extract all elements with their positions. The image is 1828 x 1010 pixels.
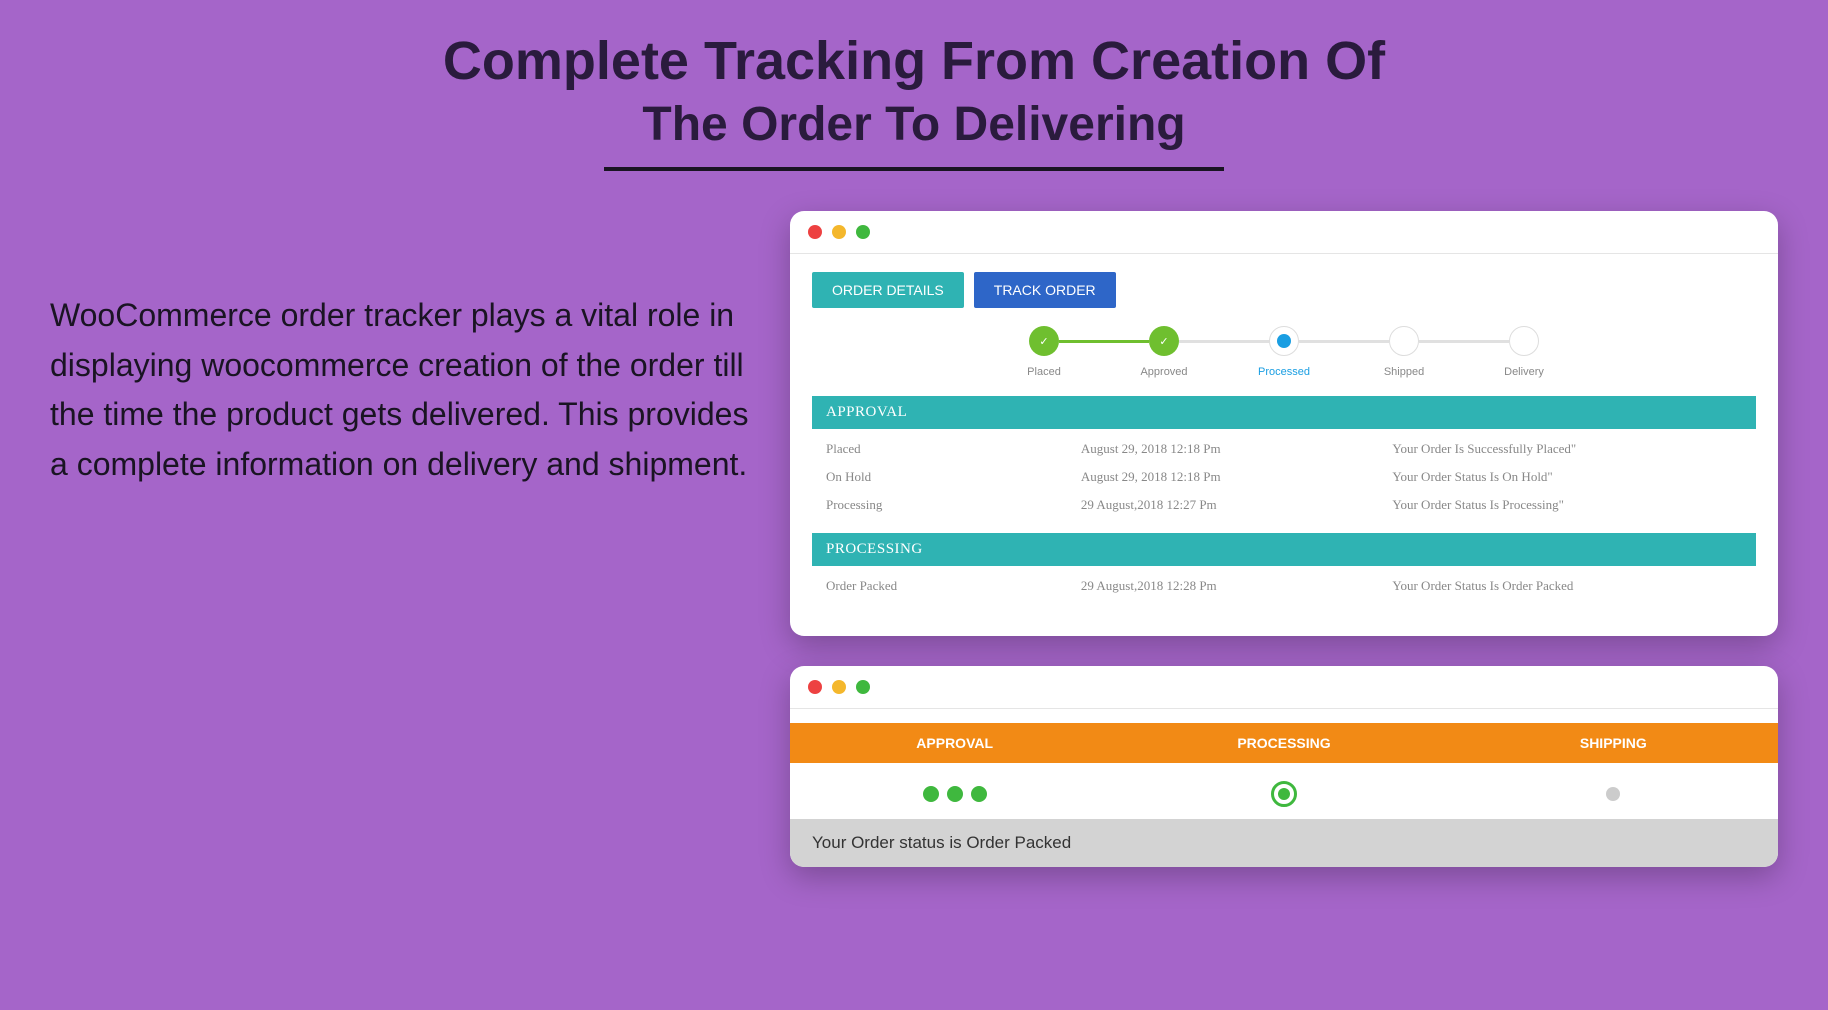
minimize-icon[interactable]: [832, 225, 846, 239]
msg-cell: Your Order Is Successfully Placed": [1378, 429, 1756, 463]
window-chrome: [790, 211, 1778, 254]
date-cell: 29 August,2018 12:28 Pm: [1067, 566, 1379, 600]
step-processed-icon: [1269, 326, 1299, 356]
status-cell: Processing: [812, 491, 1067, 519]
step-label-processed: Processed: [1258, 366, 1310, 378]
body-text: WooCommerce order tracker plays a vital …: [50, 291, 750, 489]
step-label-delivery: Delivery: [1504, 366, 1544, 378]
description-column: WooCommerce order tracker plays a vital …: [50, 211, 750, 867]
msg-cell: Your Order Status Is Order Packed: [1378, 566, 1756, 600]
stage-processing: PROCESSING: [1119, 723, 1448, 763]
maximize-icon[interactable]: [856, 680, 870, 694]
table-row: Processing 29 August,2018 12:27 Pm Your …: [812, 491, 1756, 519]
window-chrome: [790, 666, 1778, 709]
minimize-icon[interactable]: [832, 680, 846, 694]
tracking-window: ORDER DETAILS TRACK ORDER ✓ Placed ✓ App…: [790, 211, 1778, 636]
progress-steps: ✓ Placed ✓ Approved Processed: [812, 326, 1756, 378]
table-row: Placed August 29, 2018 12:18 Pm Your Ord…: [812, 429, 1756, 463]
progress-dot-icon: [947, 786, 963, 802]
page-heading: Complete Tracking From Creation Of The O…: [0, 0, 1828, 171]
progress-dot-icon: [971, 786, 987, 802]
status-cell: Order Packed: [812, 566, 1067, 600]
step-approved-icon: ✓: [1149, 326, 1179, 356]
tab-track-order[interactable]: TRACK ORDER: [974, 272, 1116, 308]
date-cell: August 29, 2018 12:18 Pm: [1067, 429, 1379, 463]
pending-dot-icon: [1606, 787, 1620, 801]
step-delivery-icon: [1509, 326, 1539, 356]
date-cell: August 29, 2018 12:18 Pm: [1067, 463, 1379, 491]
step-label-placed: Placed: [1027, 366, 1061, 378]
step-label-approved: Approved: [1140, 366, 1187, 378]
step-label-shipped: Shipped: [1384, 366, 1424, 378]
status-message: Your Order status is Order Packed: [790, 819, 1778, 867]
maximize-icon[interactable]: [856, 225, 870, 239]
status-window: APPROVAL PROCESSING SHIPPING: [790, 666, 1778, 867]
date-cell: 29 August,2018 12:27 Pm: [1067, 491, 1379, 519]
table-row: On Hold August 29, 2018 12:18 Pm Your Or…: [812, 463, 1756, 491]
current-step-icon: [1271, 781, 1297, 807]
progress-dot-icon: [923, 786, 939, 802]
section-approval: APPROVAL: [812, 396, 1756, 429]
status-cell: On Hold: [812, 463, 1067, 491]
approval-table: Placed August 29, 2018 12:18 Pm Your Ord…: [812, 429, 1756, 519]
stage-shipping: SHIPPING: [1449, 723, 1778, 763]
step-shipped-icon: [1389, 326, 1419, 356]
close-icon[interactable]: [808, 225, 822, 239]
heading-line-2: The Order To Delivering: [0, 97, 1828, 152]
stage-header: APPROVAL PROCESSING SHIPPING: [790, 723, 1778, 763]
close-icon[interactable]: [808, 680, 822, 694]
msg-cell: Your Order Status Is On Hold": [1378, 463, 1756, 491]
msg-cell: Your Order Status Is Processing": [1378, 491, 1756, 519]
section-processing: PROCESSING: [812, 533, 1756, 566]
processing-table: Order Packed 29 August,2018 12:28 Pm You…: [812, 566, 1756, 600]
stage-approval: APPROVAL: [790, 723, 1119, 763]
heading-line-1: Complete Tracking From Creation Of: [0, 30, 1828, 92]
step-placed-icon: ✓: [1029, 326, 1059, 356]
status-cell: Placed: [812, 429, 1067, 463]
tab-order-details[interactable]: ORDER DETAILS: [812, 272, 964, 308]
stage-dots-row: [790, 763, 1778, 819]
table-row: Order Packed 29 August,2018 12:28 Pm You…: [812, 566, 1756, 600]
